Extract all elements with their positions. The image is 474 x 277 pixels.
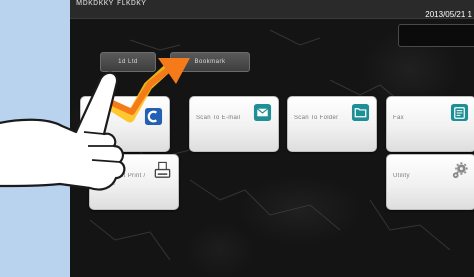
tab-bookmark[interactable]: Bookmark <box>170 52 250 72</box>
tab-1d-ltd[interactable]: 1d Ltd <box>100 52 156 72</box>
fax-tile-label: Fax <box>393 115 404 121</box>
document-box-tile[interactable]: Document Print / Mobile <box>89 154 179 210</box>
copy-tile[interactable]: Copy <box>80 96 170 152</box>
scan-to-email-label: Scan To E-mail <box>196 115 241 121</box>
scan-to-folder-tile[interactable]: Scan To Folder <box>287 96 377 152</box>
device-panel-screen: ᴍᴅᴋᴅᴋᴋʏ ꜰʟᴋᴅᴋʏ 2013/05/21 1 1d Ltd Bookm… <box>70 0 474 277</box>
fax-tile[interactable]: Fax <box>386 96 474 152</box>
envelope-icon <box>253 103 272 122</box>
status-panel <box>398 24 474 47</box>
utility-tile[interactable]: Utility <box>386 154 474 210</box>
date-time: 2013/05/21 1 <box>425 10 472 19</box>
scan-to-folder-label: Scan To Folder <box>294 115 339 121</box>
gears-icon <box>452 162 468 179</box>
document-box-label: Document Print / Mobile <box>96 173 146 187</box>
utility-label: Utility <box>393 173 410 179</box>
copy-tile-label: Copy <box>87 115 103 121</box>
header-bar: ᴍᴅᴋᴅᴋᴋʏ ꜰʟᴋᴅᴋʏ 2013/05/21 1 <box>70 0 474 19</box>
fax-icon <box>450 103 469 122</box>
copy-icon <box>144 107 163 126</box>
scan-to-email-tile[interactable]: Scan To E-mail <box>189 96 279 152</box>
user-name: ᴍᴅᴋᴅᴋᴋʏ ꜰʟᴋᴅᴋʏ <box>76 0 147 7</box>
folder-icon <box>351 103 370 122</box>
printer-icon <box>154 161 171 178</box>
